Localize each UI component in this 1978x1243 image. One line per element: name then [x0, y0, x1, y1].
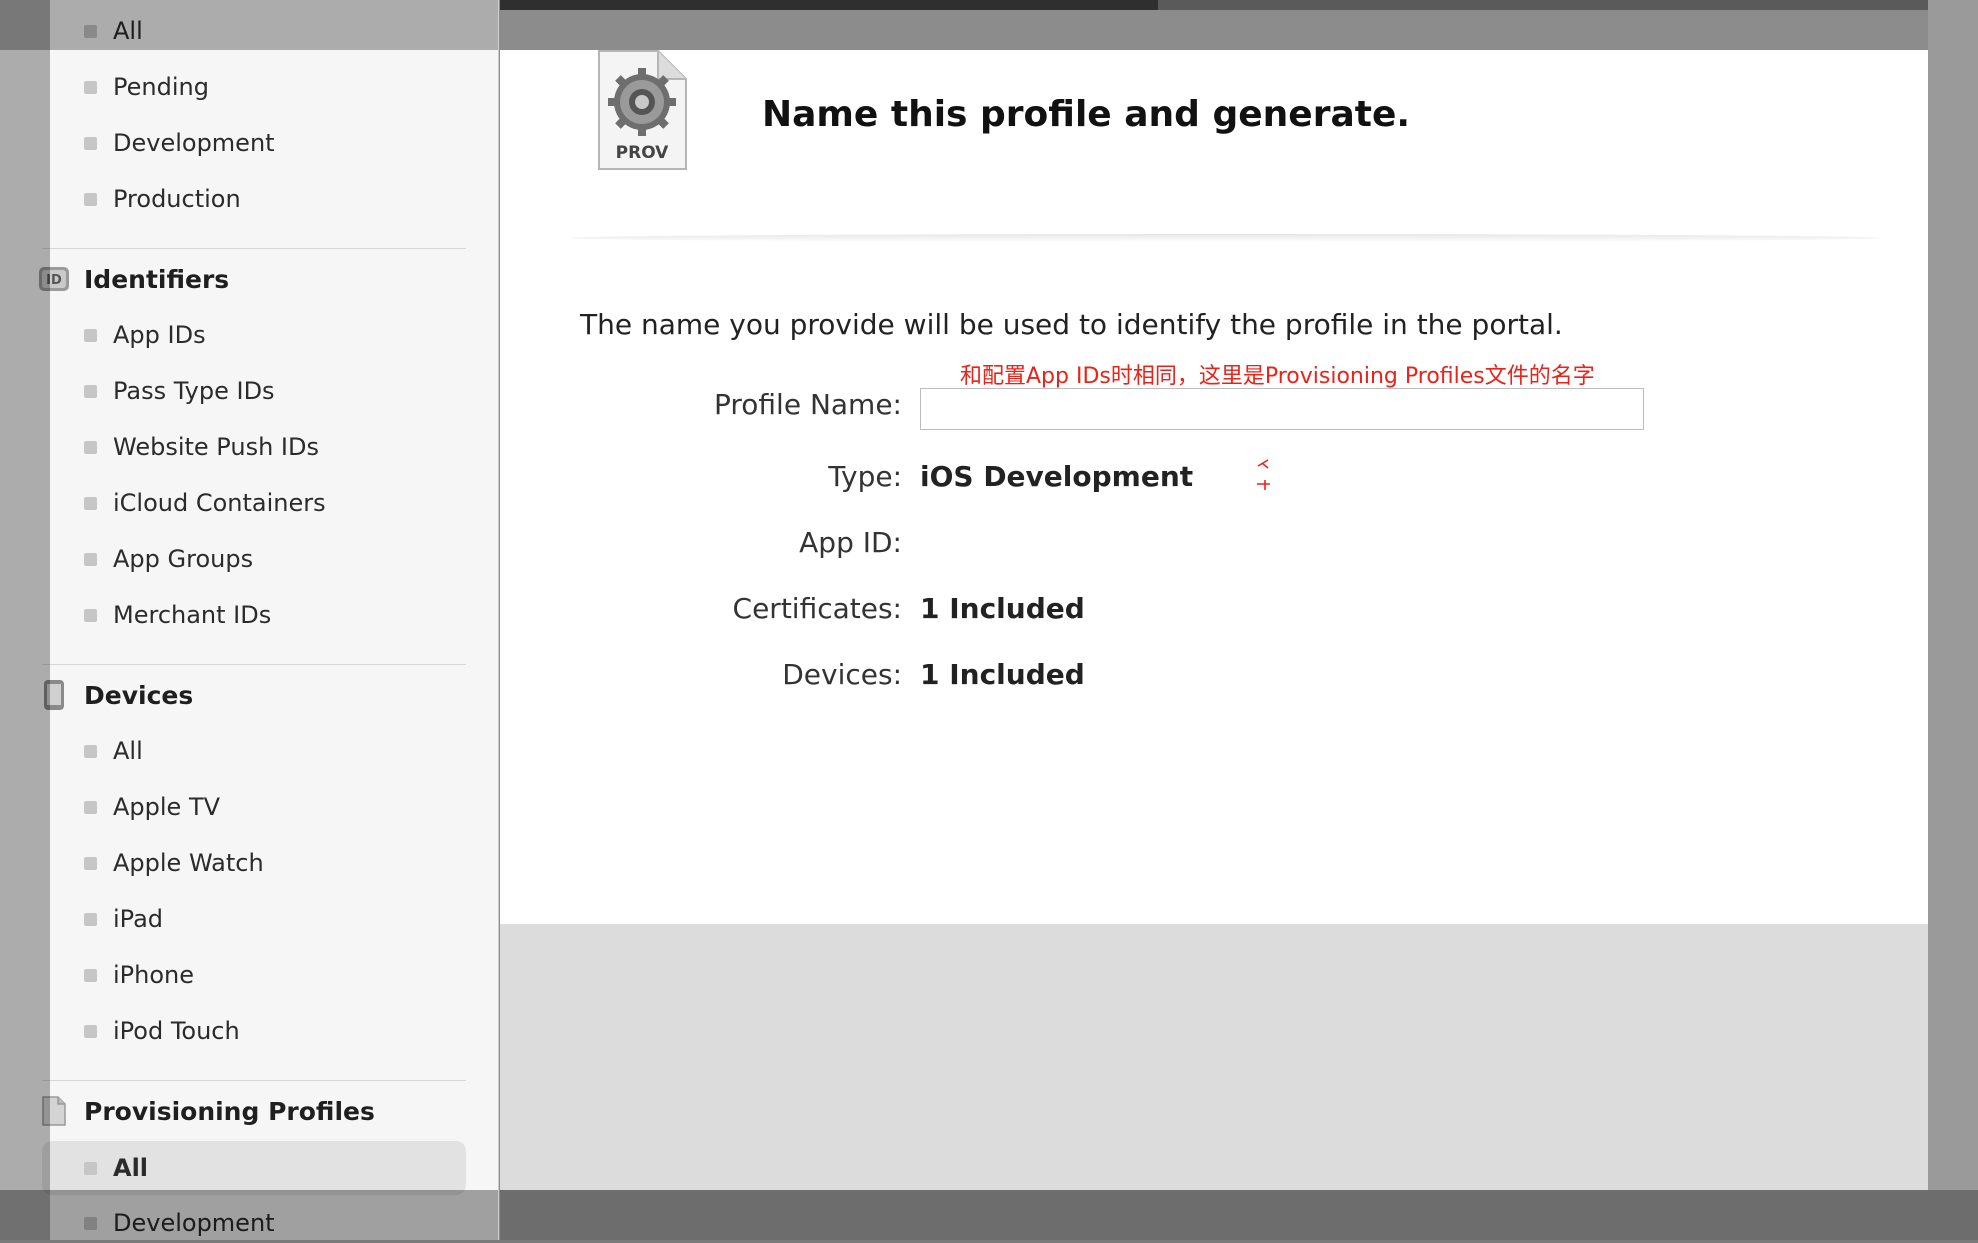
type-value: iOS Development	[920, 460, 1194, 493]
sidebar-item-profiles-all[interactable]: All	[42, 1141, 466, 1195]
header-separator	[570, 234, 1880, 242]
bullet-icon	[84, 856, 97, 870]
bullet-icon	[84, 912, 97, 926]
sidebar-item-label: Apple TV	[113, 793, 221, 821]
sidebar-item-label: iCloud Containers	[113, 489, 326, 517]
sidebar-item-app-ids[interactable]: App IDs	[84, 315, 206, 355]
sidebar-item-website-push-ids[interactable]: Website Push IDs	[84, 427, 319, 467]
bullet-icon	[84, 968, 97, 982]
annotation-note: 和配置App IDs时相同，这里是Provisioning Profiles文件…	[960, 364, 1595, 389]
bullet-icon	[84, 192, 97, 206]
right-backdrop	[1928, 0, 1978, 1240]
sidebar-item-label: Production	[113, 185, 241, 213]
section-title: Devices	[84, 680, 194, 710]
section-title: Provisioning Profiles	[84, 1096, 375, 1126]
sidebar-section-devices[interactable]: Devices	[38, 673, 193, 717]
sidebar-item-pass-type-ids[interactable]: Pass Type IDs	[84, 371, 275, 411]
sidebar-item-app-groups[interactable]: App Groups	[84, 539, 253, 579]
sidebar-section-identifiers[interactable]: ID Identifiers	[38, 257, 229, 301]
sidebar-divider	[42, 1080, 466, 1081]
sidebar-item-merchant-ids[interactable]: Merchant IDs	[84, 595, 271, 635]
sidebar-item-label: Pending	[113, 73, 209, 101]
sidebar-item-certificates-pending[interactable]: Pending	[84, 67, 209, 107]
sidebar-item-iphone[interactable]: iPhone	[84, 955, 194, 995]
profile-name-input[interactable]	[920, 388, 1644, 430]
sidebar: All Pending Development Production ID Id…	[0, 0, 499, 1240]
sidebar-divider	[42, 248, 466, 249]
instructions-text: The name you provide will be used to ide…	[580, 308, 1563, 341]
sidebar-item-label: Website Push IDs	[113, 433, 319, 461]
sidebar-item-apple-tv[interactable]: Apple TV	[84, 787, 220, 827]
section-title: Identifiers	[84, 264, 230, 294]
top-header-strip	[500, 0, 1978, 10]
sidebar-section-provisioning-profiles[interactable]: Provisioning Profiles	[38, 1089, 375, 1133]
bullet-icon	[84, 800, 97, 814]
sidebar-item-certificates-development[interactable]: Development	[84, 123, 275, 163]
red-annotation-mark-icon	[1254, 454, 1274, 494]
sidebar-item-label: Development	[113, 129, 275, 157]
sidebar-item-label: All	[113, 1154, 149, 1182]
bullet-icon	[84, 744, 97, 758]
certificates-label: Certificates:	[732, 592, 902, 625]
type-label: Type:	[828, 460, 902, 493]
sidebar-item-label: App IDs	[113, 321, 206, 349]
sidebar-item-label: iPod Touch	[113, 1017, 240, 1045]
bullet-icon	[84, 496, 97, 510]
bullet-icon	[84, 136, 97, 150]
sidebar-item-label: All	[113, 737, 143, 765]
sidebar-item-label: iPad	[113, 905, 164, 933]
devices-label: Devices:	[782, 658, 902, 691]
bullet-icon	[84, 328, 97, 342]
bullet-icon	[84, 384, 97, 398]
panel-footer-area	[500, 924, 1928, 1190]
sidebar-item-devices-all[interactable]: All	[84, 731, 143, 771]
sidebar-item-label: App Groups	[113, 545, 254, 573]
page-title: Name this profile and generate.	[762, 94, 1411, 135]
profile-name-label: Profile Name:	[713, 388, 902, 421]
sidebar-item-ipad[interactable]: iPad	[84, 899, 163, 939]
prov-icon-label: PROV	[615, 143, 669, 163]
sidebar-shade-bottom	[0, 1190, 498, 1240]
bullet-icon	[84, 440, 97, 454]
generate-profile-panel: PROV Name this profile and generate. The…	[500, 50, 1928, 924]
certificates-value: 1 Included	[920, 592, 1085, 625]
sidebar-item-certificates-production[interactable]: Production	[84, 179, 241, 219]
bullet-icon	[84, 1024, 97, 1038]
sidebar-item-label: Merchant IDs	[113, 601, 272, 629]
bullet-icon	[84, 608, 97, 622]
bottom-backdrop	[500, 1190, 1978, 1240]
sidebar-shade-top	[0, 0, 498, 50]
sidebar-item-ipod-touch[interactable]: iPod Touch	[84, 1011, 240, 1051]
sidebar-item-apple-watch[interactable]: Apple Watch	[84, 843, 264, 883]
sidebar-shade-left	[0, 0, 50, 1240]
sidebar-item-icloud-containers[interactable]: iCloud Containers	[84, 483, 326, 523]
provisioning-profile-icon: PROV	[596, 50, 688, 170]
sidebar-item-label: Apple Watch	[113, 849, 264, 877]
sidebar-item-label: iPhone	[113, 961, 195, 989]
app-id-label: App ID:	[799, 526, 902, 559]
bullet-icon	[84, 552, 97, 566]
sidebar-divider	[42, 664, 466, 665]
bullet-icon	[84, 80, 97, 94]
devices-value: 1 Included	[920, 658, 1085, 691]
bullet-icon	[84, 1161, 97, 1175]
sidebar-item-label: Pass Type IDs	[113, 377, 275, 405]
